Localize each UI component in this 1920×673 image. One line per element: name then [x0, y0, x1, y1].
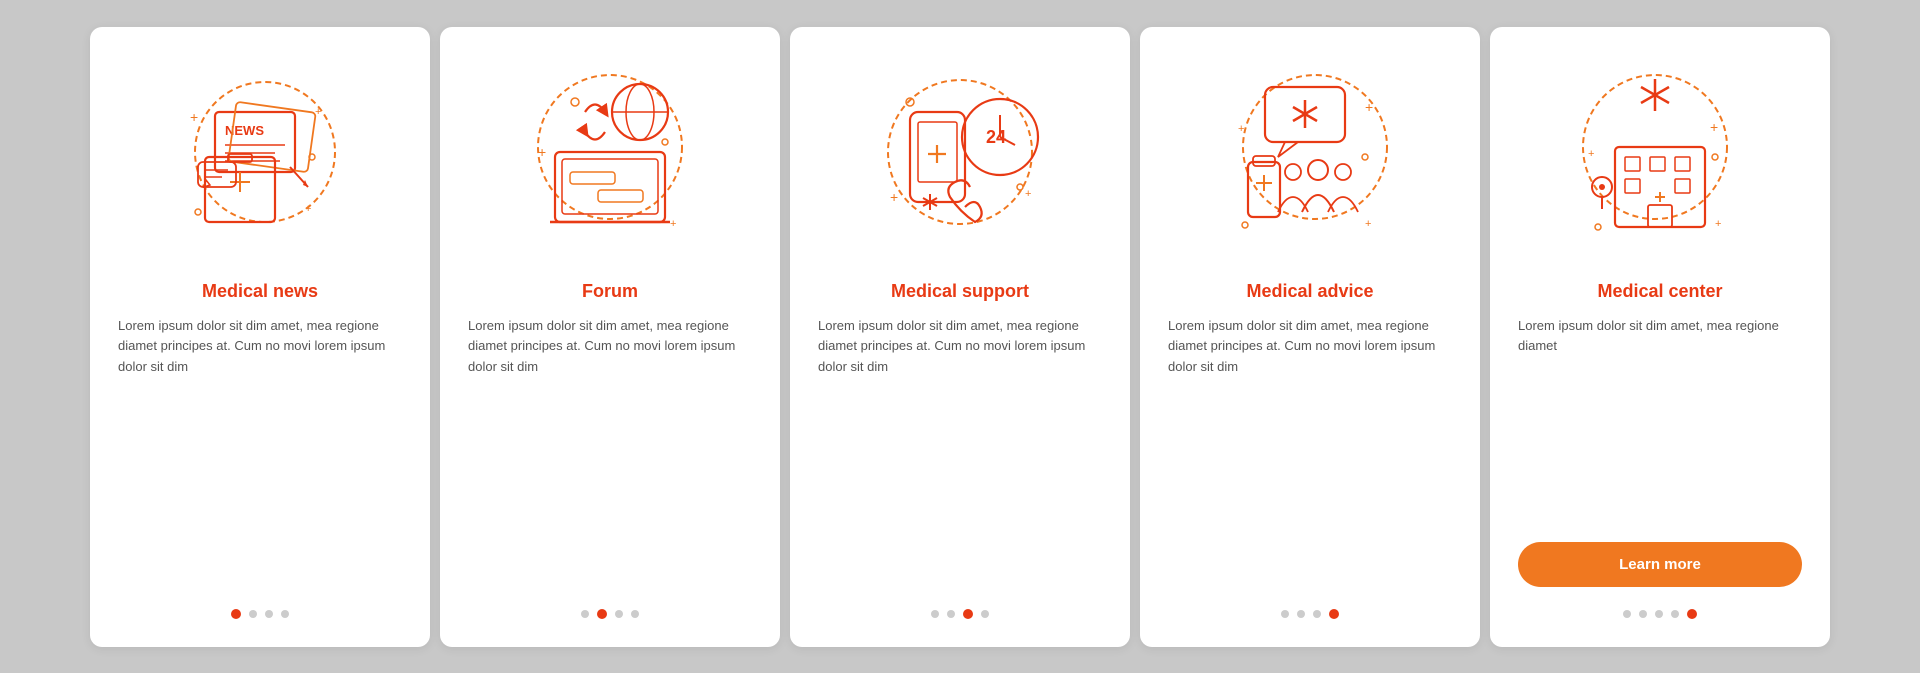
pagination-dots	[1281, 609, 1339, 619]
card-body-text: Lorem ipsum dolor sit dim amet, mea regi…	[1168, 316, 1452, 587]
dot[interactable]	[981, 610, 989, 618]
dot[interactable]	[281, 610, 289, 618]
card-medical-support: 24 + +	[790, 27, 1130, 647]
card-body-text: Lorem ipsum dolor sit dim amet, mea regi…	[468, 316, 752, 587]
dot-active[interactable]	[1329, 609, 1339, 619]
illustration-medical-center: + + +	[1560, 57, 1760, 257]
dot[interactable]	[581, 610, 589, 618]
svg-text:+: +	[538, 144, 546, 160]
dot-active[interactable]	[963, 609, 973, 619]
svg-text:+: +	[1025, 188, 1031, 200]
svg-text:+: +	[1710, 119, 1718, 135]
pagination-dots	[931, 609, 989, 619]
dot-active[interactable]	[597, 609, 607, 619]
svg-text:+: +	[1238, 123, 1244, 135]
svg-text:+: +	[890, 189, 898, 205]
pagination-dots	[581, 609, 639, 619]
svg-text:+: +	[305, 203, 311, 215]
card-forum: + + Forum Lorem ipsum dolor sit dim amet…	[440, 27, 780, 647]
pagination-dots	[231, 609, 289, 619]
illustration-medical-support: 24 + +	[860, 57, 1060, 257]
svg-text:24: 24	[986, 127, 1006, 147]
card-body-text: Lorem ipsum dolor sit dim amet, mea regi…	[118, 316, 402, 587]
card-medical-center: + + + Medical center Lorem ipsum dolor s…	[1490, 27, 1830, 647]
dot[interactable]	[1671, 610, 1679, 618]
card-title: Medical advice	[1246, 281, 1373, 302]
card-title: Forum	[582, 281, 638, 302]
svg-text:+: +	[1715, 218, 1721, 230]
dot[interactable]	[265, 610, 273, 618]
card-medical-advice: + + + Medical advice Lorem ipsum dolor s…	[1140, 27, 1480, 647]
dot[interactable]	[1639, 610, 1647, 618]
dot-active[interactable]	[1687, 609, 1697, 619]
pagination-dots	[1623, 609, 1697, 619]
dot[interactable]	[947, 610, 955, 618]
dot[interactable]	[249, 610, 257, 618]
learn-more-button[interactable]: Learn more	[1518, 542, 1802, 587]
card-body-text: Lorem ipsum dolor sit dim amet, mea regi…	[1518, 316, 1802, 526]
svg-text:+: +	[190, 109, 198, 125]
dot-active[interactable]	[231, 609, 241, 619]
dot[interactable]	[1297, 610, 1305, 618]
dot[interactable]	[1623, 610, 1631, 618]
dot[interactable]	[1281, 610, 1289, 618]
dot[interactable]	[631, 610, 639, 618]
svg-text:+: +	[1588, 148, 1594, 160]
illustration-medical-news: NEWS +	[160, 57, 360, 257]
svg-text:+: +	[670, 218, 676, 230]
illustration-medical-advice: + + +	[1210, 57, 1410, 257]
dot[interactable]	[931, 610, 939, 618]
card-title: Medical news	[202, 281, 318, 302]
card-body-text: Lorem ipsum dolor sit dim amet, mea regi…	[818, 316, 1102, 587]
cards-container: NEWS +	[70, 7, 1850, 667]
svg-text:+: +	[1365, 99, 1373, 115]
card-medical-news: NEWS +	[90, 27, 430, 647]
card-title: Medical support	[891, 281, 1029, 302]
dot[interactable]	[1313, 610, 1321, 618]
illustration-forum: + +	[510, 57, 710, 257]
card-title: Medical center	[1597, 281, 1722, 302]
dot[interactable]	[1655, 610, 1663, 618]
dot[interactable]	[615, 610, 623, 618]
svg-text:+: +	[315, 106, 321, 118]
svg-text:+: +	[1365, 218, 1371, 230]
